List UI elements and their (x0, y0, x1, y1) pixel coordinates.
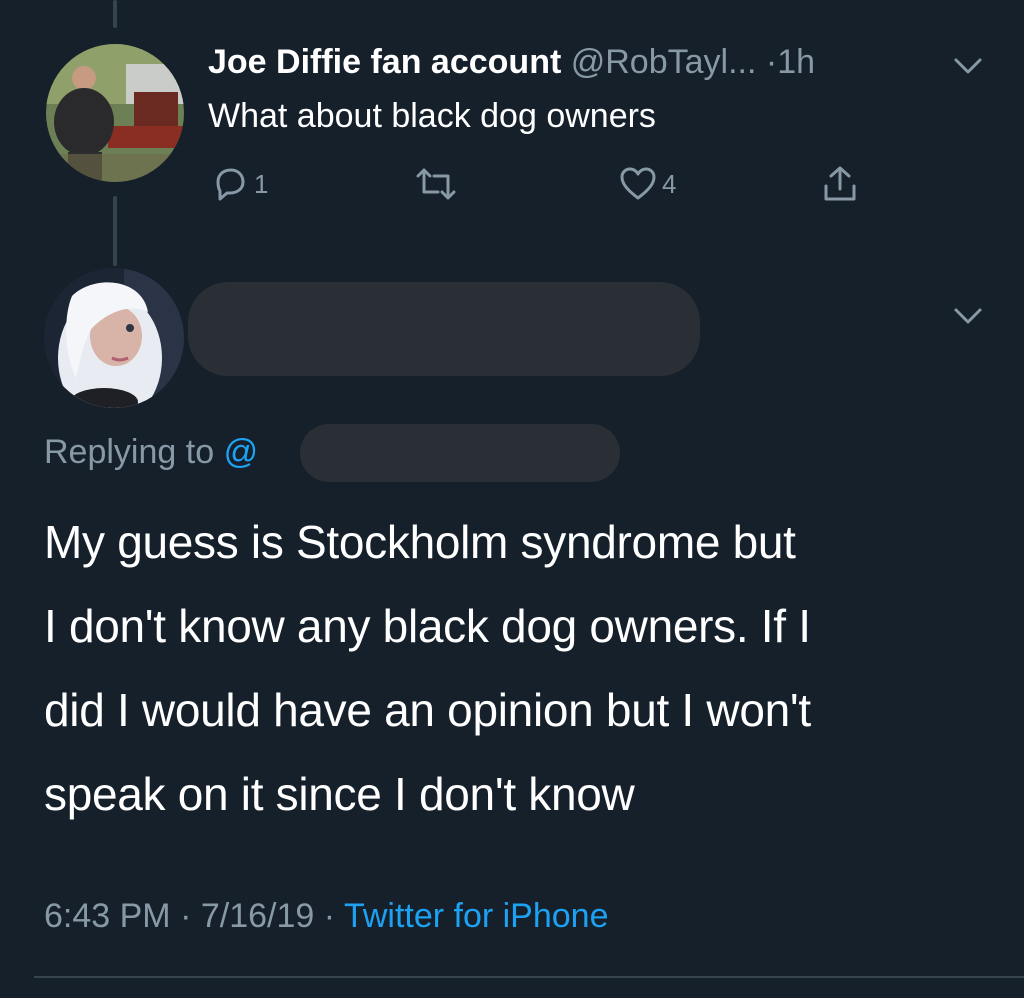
heart-icon (618, 164, 658, 204)
display-name[interactable]: Joe Diffie fan account (208, 43, 561, 81)
tweet-action-bar: 1 4 (0, 164, 1024, 204)
redacted-author-name (188, 282, 700, 376)
tweet-text-line: I don't know any black dog owners. If I (44, 600, 811, 652)
time-ago[interactable]: 1h (777, 43, 815, 81)
share-button[interactable] (820, 164, 860, 204)
share-icon (820, 164, 860, 204)
user-handle[interactable]: @RobTayl... (571, 43, 757, 81)
tweet-text-line: did I would have an opinion but I won't (44, 684, 811, 736)
meta-separator: · (765, 43, 778, 81)
tweet-text-line: speak on it since I don't know (44, 768, 635, 820)
reply-count: 1 (254, 168, 269, 199)
tweet-text: My guess is Stockholm syndrome but I don… (44, 500, 994, 836)
tweet-text-line: My guess is Stockholm syndrome but (44, 516, 796, 568)
thread-line-top (113, 0, 117, 28)
thread-line-middle (113, 196, 117, 266)
chevron-down-icon[interactable] (950, 54, 986, 78)
like-button[interactable]: 4 (618, 164, 676, 204)
replying-to-handle[interactable]: @ (224, 433, 259, 471)
replying-to-label: Replying to (44, 433, 215, 471)
redacted-reply-handle (300, 424, 620, 482)
chevron-down-icon[interactable] (950, 304, 986, 328)
parent-avatar[interactable] (46, 44, 184, 182)
retweet-icon (414, 164, 458, 204)
meta-separator: · (323, 897, 336, 935)
parent-tweet-text: What about black dog owners (208, 97, 656, 135)
replying-to-line: Replying to @ (44, 430, 258, 474)
parent-tweet-header: Joe Diffie fan account @RobTayl... ·1h (208, 40, 815, 84)
tweet-time: 6:43 PM (44, 897, 171, 935)
divider (34, 976, 1024, 978)
tweet-source-link[interactable]: Twitter for iPhone (344, 897, 609, 935)
author-avatar[interactable] (44, 268, 184, 408)
reply-icon (210, 164, 250, 204)
meta-separator: · (180, 897, 192, 935)
retweet-button[interactable] (414, 164, 462, 204)
reply-button[interactable]: 1 (210, 164, 268, 204)
tweet-metadata: 6:43 PM · 7/16/19 · Twitter for iPhone (44, 894, 609, 938)
tweet-date: 7/16/19 (200, 897, 315, 935)
like-count: 4 (662, 168, 677, 199)
